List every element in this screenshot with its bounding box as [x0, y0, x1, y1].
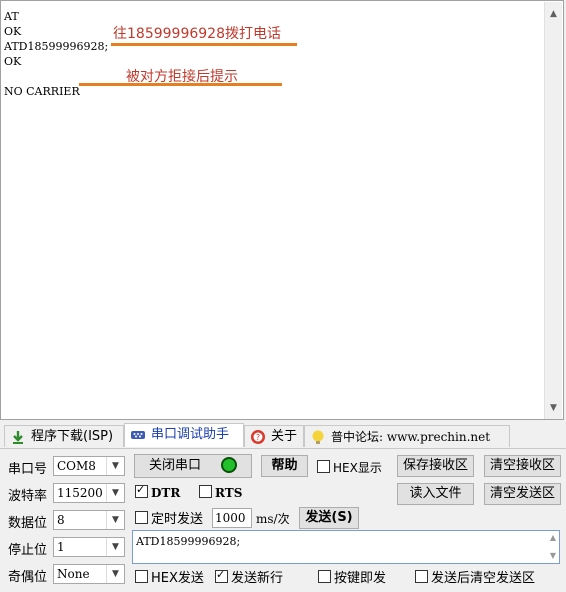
- baud-select[interactable]: 115200 ▼: [53, 483, 125, 503]
- tab-about[interactable]: ? 关于: [244, 425, 304, 447]
- stopbits-value: 1: [57, 540, 65, 554]
- key-send-label: 按键即发: [334, 571, 387, 586]
- receive-line: AT: [4, 10, 19, 23]
- hex-display-checkbox[interactable]: HEX显示: [317, 460, 382, 475]
- receive-line: OK: [4, 55, 22, 68]
- baud-value: 115200: [57, 486, 103, 500]
- receive-line: ATD18599996928;: [4, 40, 109, 53]
- receive-scrollbar[interactable]: ▲ ▼: [544, 2, 562, 419]
- chevron-down-icon[interactable]: ▼: [106, 511, 124, 529]
- stopbits-select[interactable]: 1 ▼: [53, 537, 125, 557]
- port-label: 串口号: [8, 462, 48, 477]
- annotation-reject-underline: [79, 83, 282, 86]
- send-input[interactable]: ATD18599996928; ▲ ▼: [132, 530, 560, 564]
- help-button[interactable]: 帮助: [261, 455, 308, 477]
- databits-value: 8: [57, 513, 65, 527]
- tab-label: 普中论坛: www.prechin.net: [331, 430, 491, 444]
- save-receive-button[interactable]: 保存接收区: [397, 455, 474, 477]
- checkbox-box[interactable]: [215, 568, 228, 583]
- download-arrow-icon: [13, 431, 23, 444]
- rts-label: RTS: [215, 486, 243, 500]
- port-value: COM8: [57, 459, 96, 473]
- tab-label: 关于: [271, 429, 298, 444]
- chevron-down-icon[interactable]: ▼: [106, 457, 124, 475]
- checkbox-box[interactable]: [318, 570, 331, 583]
- annotation-dial-underline: [111, 43, 297, 46]
- key-send-checkbox[interactable]: 按键即发: [318, 570, 386, 586]
- receive-line: NO CARRIER: [4, 85, 80, 98]
- checkbox-box[interactable]: [135, 511, 148, 524]
- send-text: ATD18599996928;: [136, 535, 241, 548]
- close-port-button[interactable]: 关闭串口: [134, 454, 252, 478]
- receive-line: [4, 69, 108, 84]
- parity-select[interactable]: None ▼: [53, 564, 125, 584]
- databits-label: 数据位: [8, 516, 48, 531]
- databits-select[interactable]: 8 ▼: [53, 510, 125, 530]
- chevron-down-icon[interactable]: ▼: [106, 538, 124, 556]
- annotation-dial: 往18599996928拨打电话: [113, 26, 281, 42]
- hex-display-label: HEX显示: [333, 461, 382, 475]
- serial-port-icon: [131, 431, 145, 439]
- timed-send-label: 定时发送: [151, 512, 204, 527]
- port-status-led-icon: [221, 457, 237, 473]
- rts-checkbox[interactable]: RTS: [199, 485, 242, 500]
- baud-label: 波特率: [8, 489, 48, 504]
- scroll-down-icon[interactable]: ▼: [550, 551, 556, 560]
- tab-bar: 程序下载(ISP) 串口调试助手 ? 关于 普中论坛: www.prechin.…: [0, 422, 566, 448]
- clear-after-send-label: 发送后清空发送区: [431, 571, 536, 586]
- lightbulb-icon: [312, 430, 324, 444]
- clear-send-button[interactable]: 清空发送区: [484, 483, 561, 505]
- checkbox-box[interactable]: [135, 483, 148, 498]
- stopbits-label: 停止位: [8, 543, 48, 558]
- tab-serial-assistant[interactable]: 串口调试助手: [124, 423, 244, 447]
- send-newline-label: 发送新行: [231, 571, 284, 586]
- checkbox-box[interactable]: [199, 485, 212, 498]
- help-circle-icon: ?: [251, 430, 265, 444]
- chevron-down-icon[interactable]: ▼: [106, 565, 124, 583]
- tab-forum[interactable]: 普中论坛: www.prechin.net: [304, 425, 510, 447]
- chevron-down-icon[interactable]: ▼: [106, 484, 124, 502]
- close-port-label: 关闭串口: [149, 458, 202, 473]
- send-button[interactable]: 发送(S): [299, 507, 359, 529]
- hex-send-label: HEX发送: [151, 571, 204, 586]
- scroll-down-icon[interactable]: ▼: [545, 400, 562, 417]
- clear-receive-button[interactable]: 清空接收区: [484, 455, 561, 477]
- checkbox-box[interactable]: [415, 570, 428, 583]
- dtr-label: DTR: [151, 486, 181, 500]
- tab-label: 程序下载(ISP): [31, 429, 114, 444]
- interval-input[interactable]: 1000: [212, 508, 252, 528]
- receive-area[interactable]: AT OK ATD18599996928; OK NO CARRIER 往185…: [0, 0, 564, 420]
- clear-after-send-checkbox[interactable]: 发送后清空发送区: [415, 570, 535, 586]
- scroll-up-icon[interactable]: ▲: [550, 533, 556, 542]
- scroll-up-icon[interactable]: ▲: [545, 6, 562, 23]
- parity-label: 奇偶位: [8, 570, 48, 585]
- tab-label: 串口调试助手: [151, 427, 230, 442]
- send-newline-checkbox[interactable]: 发送新行: [215, 568, 284, 586]
- load-file-button[interactable]: 读入文件: [397, 483, 474, 505]
- timed-send-checkbox[interactable]: 定时发送: [135, 511, 203, 527]
- receive-line: OK: [4, 25, 22, 38]
- parity-value: None: [57, 567, 90, 581]
- hex-send-checkbox[interactable]: HEX发送: [135, 570, 204, 586]
- port-select[interactable]: COM8 ▼: [53, 456, 125, 476]
- dtr-checkbox[interactable]: DTR: [135, 483, 181, 500]
- interval-unit: ms/次: [256, 512, 290, 526]
- checkbox-box[interactable]: [135, 570, 148, 583]
- svg-text:?: ?: [256, 433, 260, 442]
- tab-isp-download[interactable]: 程序下载(ISP): [4, 425, 124, 447]
- checkbox-box[interactable]: [317, 460, 330, 473]
